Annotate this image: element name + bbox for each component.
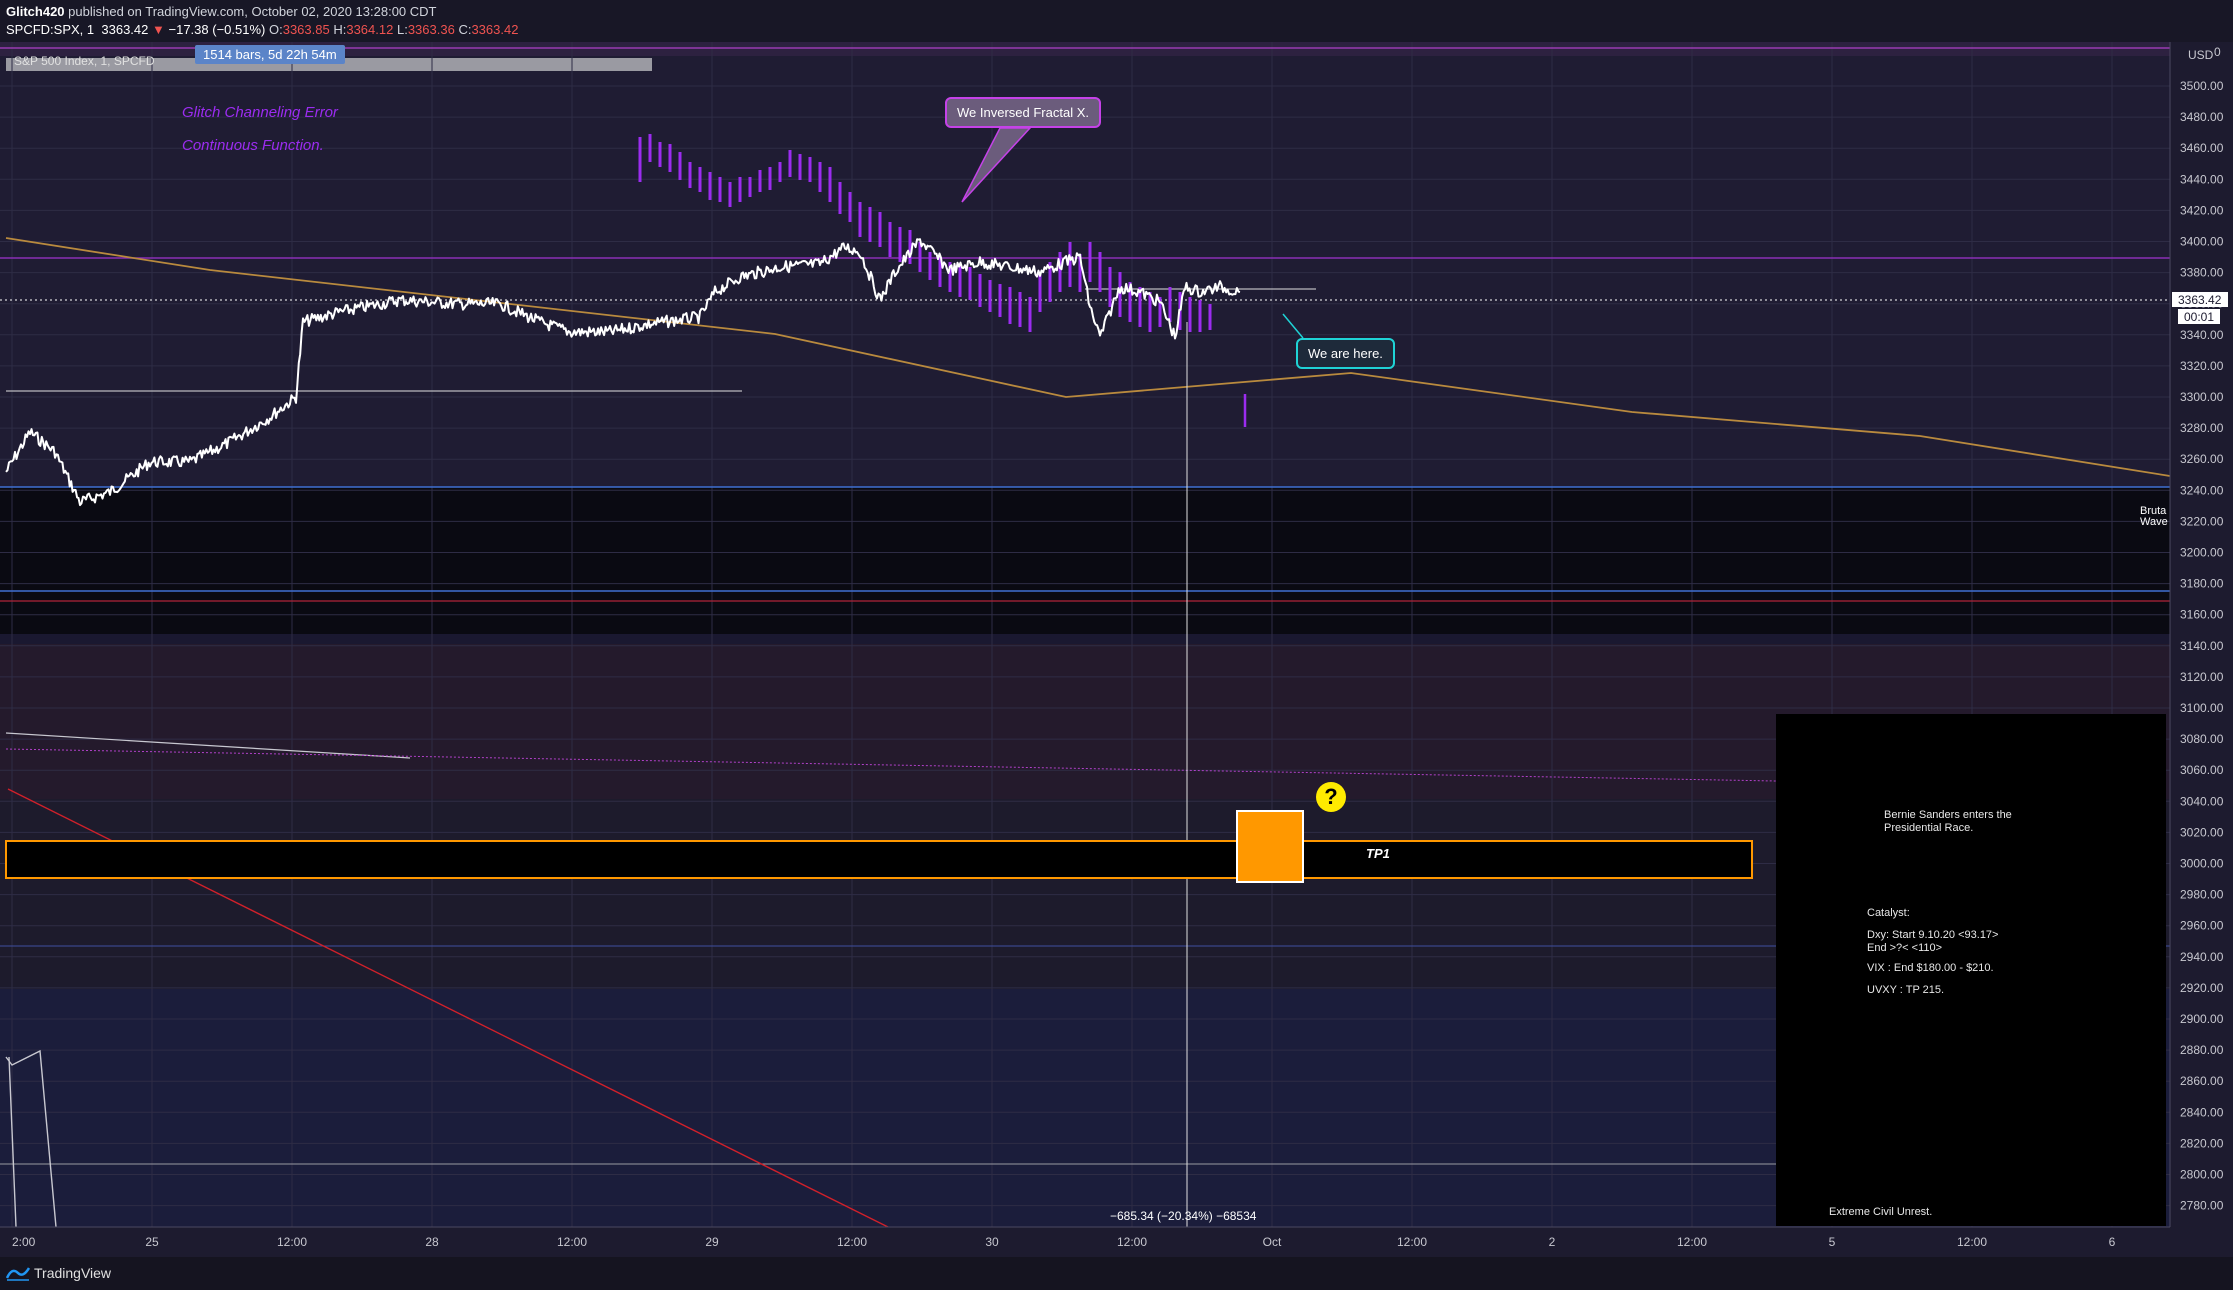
tp1-label: TP1 xyxy=(1366,846,1390,861)
panel-bernie-text: Bernie Sanders enters the Presidential R… xyxy=(1884,809,2012,834)
change-value: −17.38 (−0.51%) xyxy=(168,22,266,37)
price-label: 2980.00 xyxy=(2180,888,2224,902)
time-label: 30 xyxy=(985,1235,999,1249)
time-label: 2:00 xyxy=(12,1235,36,1249)
series-title[interactable]: S&P 500 Index, 1, SPCFD xyxy=(14,54,155,68)
price-label: 2800.00 xyxy=(2180,1168,2224,1182)
price-label: 3340.00 xyxy=(2180,328,2224,342)
price-label: 3440.00 xyxy=(2180,172,2224,186)
time-label: 2 xyxy=(1549,1235,1556,1249)
price-label: 3180.00 xyxy=(2180,577,2224,591)
time-label: 12:00 xyxy=(1677,1235,1707,1249)
price-label: 3120.00 xyxy=(2180,670,2224,684)
time-label: 12:00 xyxy=(1117,1235,1147,1249)
bruta-wave-label: Bruta Wave xyxy=(2140,506,2168,528)
callout-we-are-here[interactable]: We are here. xyxy=(1296,338,1395,369)
measure-readout: −685.34 (−20.34%) −68534 xyxy=(1110,1209,1257,1223)
price-label: 3500.00 xyxy=(2180,79,2224,93)
price-label: 2780.00 xyxy=(2180,1199,2224,1213)
high-value: 3364.12 xyxy=(346,22,394,37)
countdown-value: 00:01 xyxy=(2184,310,2214,324)
price-axis[interactable]: USD 0 3500.00 3480.00 3460.00 3440.00 3420.0… xyxy=(2169,42,2233,1257)
time-label: 12:00 xyxy=(277,1235,307,1249)
time-label: 12:00 xyxy=(557,1235,587,1249)
currency-label: USD xyxy=(2188,48,2214,62)
tradingview-logo-icon[interactable] xyxy=(6,1265,30,1281)
bruta-label-2: Wave xyxy=(2140,516,2168,528)
close-value: 3363.42 xyxy=(471,22,519,37)
price-label: 3020.00 xyxy=(2180,825,2224,839)
price-label: 2840.00 xyxy=(2180,1105,2224,1119)
time-label: 12:00 xyxy=(1957,1235,1987,1249)
last-price: 3363.42 xyxy=(101,22,149,37)
price-label: 3260.00 xyxy=(2180,452,2224,466)
time-label: Oct xyxy=(1263,1235,1282,1249)
panel-dxy-text: Dxy: Start 9.10.20 <93.17> End >?< <110> xyxy=(1867,929,1999,954)
price-label: 3140.00 xyxy=(2180,639,2224,653)
price-label: 3160.00 xyxy=(2180,608,2224,622)
panel-vix-text: VIX : End $180.00 - $210. xyxy=(1867,962,1994,974)
zone-divider xyxy=(0,634,2170,644)
price-label: 3300.00 xyxy=(2180,390,2224,404)
open-value: 3363.85 xyxy=(282,22,330,37)
price-label: 3480.00 xyxy=(2180,110,2224,124)
price-label: 3460.00 xyxy=(2180,141,2224,155)
tradingview-brand[interactable]: TradingView xyxy=(34,1265,111,1281)
price-label: 3000.00 xyxy=(2180,857,2224,871)
price-label: 3220.00 xyxy=(2180,514,2224,528)
time-label: 5 xyxy=(1829,1235,1836,1249)
close-label: C: xyxy=(458,22,472,37)
time-label: 12:00 xyxy=(1397,1235,1427,1249)
price-label: 3420.00 xyxy=(2180,203,2224,217)
callout-inversed-fractal[interactable]: We Inversed Fractal X. xyxy=(945,97,1101,128)
time-label: 6 xyxy=(2109,1235,2116,1249)
symbol-label[interactable]: SPCFD:SPX, 1 xyxy=(6,22,94,37)
price-label: 2940.00 xyxy=(2180,950,2224,964)
ohlc-line: SPCFD:SPX, 1 3363.42 ▼ −17.38 (−0.51%) O… xyxy=(6,22,518,37)
price-label: 2900.00 xyxy=(2180,1012,2224,1026)
question-icon[interactable]: ? xyxy=(1316,782,1346,812)
price-label: 3320.00 xyxy=(2180,359,2224,373)
note-glitch-channeling[interactable]: Glitch Channeling Error xyxy=(182,104,338,121)
chart-header: Glitch420 published on TradingView.com, … xyxy=(0,0,2233,42)
panel-unrest-text: Extreme Civil Unrest. xyxy=(1829,1206,1933,1218)
panel-uvxy-text: UVXY : TP 215. xyxy=(1867,984,1945,996)
published-text: published on TradingView.com, October 02… xyxy=(68,4,437,19)
settings-zero-label: 0 xyxy=(2214,45,2221,59)
price-label: 3200.00 xyxy=(2180,546,2224,560)
open-label: O: xyxy=(268,22,283,37)
down-arrow-icon: ▼ xyxy=(152,22,165,37)
low-value: 3363.36 xyxy=(407,22,455,37)
dark-zone xyxy=(0,487,2170,634)
time-axis[interactable]: 2:00 25 12:00 28 12:00 29 12:00 30 12:00 Oct 12:00… xyxy=(0,1226,2233,1257)
price-label: 3080.00 xyxy=(2180,732,2224,746)
price-label: 2880.00 xyxy=(2180,1043,2224,1057)
author-name[interactable]: Glitch420 xyxy=(6,4,65,19)
low-label: L: xyxy=(396,22,408,37)
time-label: 29 xyxy=(705,1235,719,1249)
price-label: 2960.00 xyxy=(2180,919,2224,933)
panel-catalyst-heading: Catalyst: xyxy=(1867,907,1910,919)
high-label: H: xyxy=(333,22,347,37)
time-label: 25 xyxy=(145,1235,159,1249)
orange-target-box[interactable] xyxy=(1236,810,1304,883)
price-label: 3240.00 xyxy=(2180,483,2224,497)
price-label: 3400.00 xyxy=(2180,235,2224,249)
price-label: 2860.00 xyxy=(2180,1074,2224,1088)
tp1-zone[interactable] xyxy=(5,840,1753,879)
time-label: 28 xyxy=(425,1235,439,1249)
price-label: 3380.00 xyxy=(2180,266,2224,280)
footer-bar: TradingView xyxy=(0,1257,2233,1290)
price-label: 3040.00 xyxy=(2180,794,2224,808)
current-price-value: 3363.42 xyxy=(2178,293,2222,307)
note-continuous-function[interactable]: Continuous Function. xyxy=(182,137,324,154)
price-label: 2820.00 xyxy=(2180,1136,2224,1150)
publish-info: Glitch420 published on TradingView.com, … xyxy=(6,4,436,19)
price-label: 2920.00 xyxy=(2180,981,2224,995)
bars-range-badge: 1514 bars, 5d 22h 54m xyxy=(195,45,345,64)
price-label: 3060.00 xyxy=(2180,763,2224,777)
time-label: 12:00 xyxy=(837,1235,867,1249)
price-label: 3100.00 xyxy=(2180,701,2224,715)
price-label: 3280.00 xyxy=(2180,421,2224,435)
